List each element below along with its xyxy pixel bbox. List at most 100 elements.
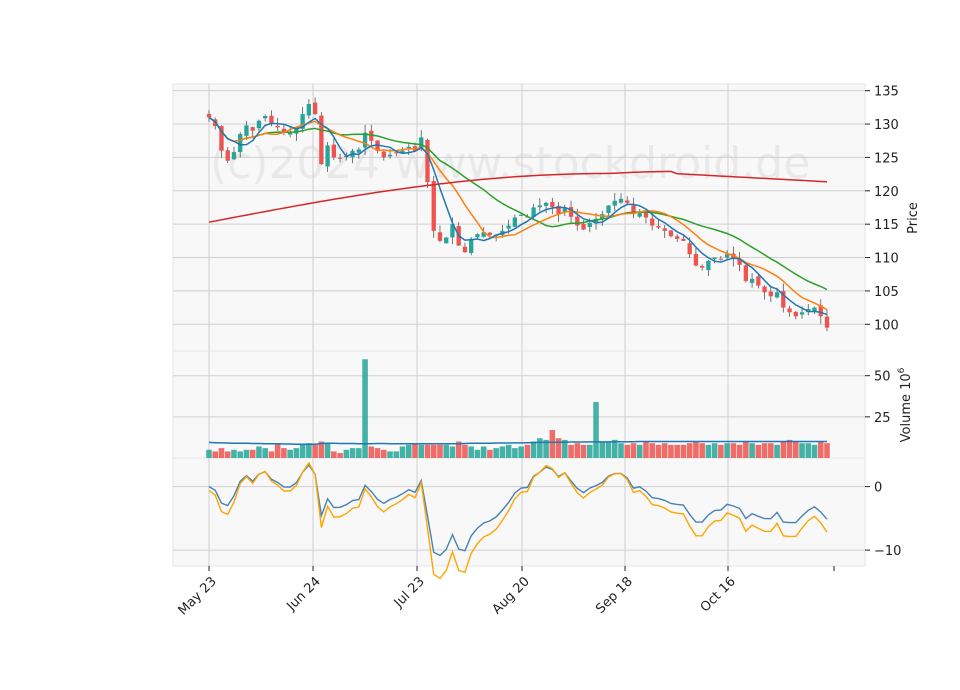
volume-bar bbox=[268, 451, 275, 458]
volume-bar bbox=[661, 443, 668, 458]
volume-bar bbox=[493, 448, 499, 458]
price-tick-label: 105 bbox=[874, 285, 899, 300]
volume-bar bbox=[224, 451, 231, 458]
volume-bar bbox=[443, 444, 449, 458]
candle-body bbox=[575, 216, 580, 226]
candle-body bbox=[612, 200, 617, 206]
candle-body bbox=[469, 238, 474, 253]
volume-bar bbox=[337, 453, 343, 458]
candle-body bbox=[812, 307, 817, 312]
candle-body bbox=[206, 114, 212, 118]
candle-body bbox=[437, 232, 443, 241]
volume-bar bbox=[574, 443, 581, 458]
volume-bar bbox=[437, 444, 443, 458]
candle-body bbox=[656, 226, 661, 228]
volume-bar bbox=[699, 443, 705, 458]
candle-body bbox=[774, 292, 780, 298]
candle-body bbox=[475, 234, 480, 238]
x-tick-label: Jul 23 bbox=[391, 574, 428, 611]
candle-body bbox=[587, 222, 592, 227]
candle-body bbox=[824, 316, 830, 328]
candle-body bbox=[687, 243, 692, 255]
price-tick-label: 135 bbox=[874, 85, 899, 100]
volume-bar bbox=[630, 443, 637, 458]
volume-bar bbox=[593, 402, 599, 458]
volume-bar bbox=[218, 448, 225, 458]
volume-bar bbox=[736, 444, 743, 458]
candle-body bbox=[706, 260, 711, 271]
volume-bar bbox=[668, 444, 674, 458]
volume-bar bbox=[243, 449, 250, 458]
volume-bar bbox=[711, 443, 718, 458]
volume-bar bbox=[474, 449, 481, 458]
candle-body bbox=[668, 230, 674, 237]
volume-bar bbox=[512, 448, 518, 458]
volume-bar bbox=[599, 441, 606, 458]
watermark: (c)2024 www.stockdroid.de bbox=[210, 138, 810, 189]
volume-bar bbox=[518, 446, 524, 458]
volume-bar bbox=[587, 444, 593, 458]
volume-bar bbox=[368, 446, 375, 458]
volume-bar bbox=[611, 439, 618, 458]
candle-body bbox=[225, 150, 230, 161]
volume-bar bbox=[693, 441, 699, 458]
volume-bar bbox=[381, 449, 387, 458]
candle-body bbox=[793, 311, 798, 317]
volume-bar bbox=[786, 439, 793, 458]
volume-bar bbox=[274, 443, 281, 458]
volume-bar bbox=[724, 443, 730, 458]
candle-body bbox=[256, 120, 262, 129]
volume-bar bbox=[468, 446, 474, 458]
volume-bar bbox=[405, 444, 412, 458]
candle-body bbox=[662, 228, 667, 231]
candle-body bbox=[743, 265, 749, 281]
volume-bar bbox=[306, 443, 312, 458]
candle-body bbox=[275, 125, 280, 128]
candle-body bbox=[693, 253, 699, 266]
x-tick-label: Jun 24 bbox=[284, 574, 324, 614]
volume-bar bbox=[231, 449, 237, 458]
price-tick-label: 120 bbox=[874, 185, 899, 200]
candle-body bbox=[712, 257, 717, 260]
x-tick-label: May 23 bbox=[176, 574, 220, 618]
price-tick-label: 115 bbox=[874, 218, 899, 233]
candle-body bbox=[506, 225, 511, 229]
candle-body bbox=[312, 102, 318, 115]
volume-bar bbox=[387, 451, 393, 458]
candle-body bbox=[512, 217, 518, 227]
volume-bar bbox=[249, 449, 256, 458]
price-tick-label: 130 bbox=[874, 118, 899, 133]
volume-bar bbox=[287, 449, 293, 458]
candle-body bbox=[581, 223, 586, 230]
volume-bar bbox=[424, 444, 431, 458]
candle-body bbox=[675, 236, 680, 239]
volume-bar bbox=[674, 444, 680, 458]
volume-bar bbox=[262, 448, 268, 458]
volume-bar bbox=[418, 444, 425, 458]
candle-body bbox=[768, 291, 773, 297]
volume-bar bbox=[799, 443, 805, 458]
volume-bar bbox=[761, 443, 768, 458]
candle-body bbox=[756, 276, 761, 286]
volume-bar bbox=[356, 448, 362, 458]
volume-bar bbox=[705, 444, 712, 458]
volume-bar bbox=[774, 444, 780, 458]
volume-bar bbox=[824, 443, 830, 458]
oscillator-tick-label: −10 bbox=[874, 544, 901, 559]
price-axis-label: Price bbox=[906, 202, 921, 234]
volume-axis-exponent: 6 bbox=[897, 367, 907, 373]
candle-body bbox=[325, 145, 330, 167]
candle-body bbox=[356, 149, 361, 153]
candle-body bbox=[406, 146, 411, 149]
volume-bar bbox=[487, 449, 493, 458]
oscillator-tick-label: 0 bbox=[874, 481, 882, 496]
x-tick-label: Sep 18 bbox=[593, 574, 636, 617]
volume-bar bbox=[624, 444, 631, 458]
volume-bar bbox=[449, 446, 456, 458]
volume-bar bbox=[768, 443, 774, 458]
candle-body bbox=[337, 157, 343, 159]
candle-body bbox=[250, 127, 255, 131]
candle-body bbox=[287, 132, 293, 135]
candle-body bbox=[263, 116, 268, 119]
volume-bar bbox=[605, 441, 612, 458]
